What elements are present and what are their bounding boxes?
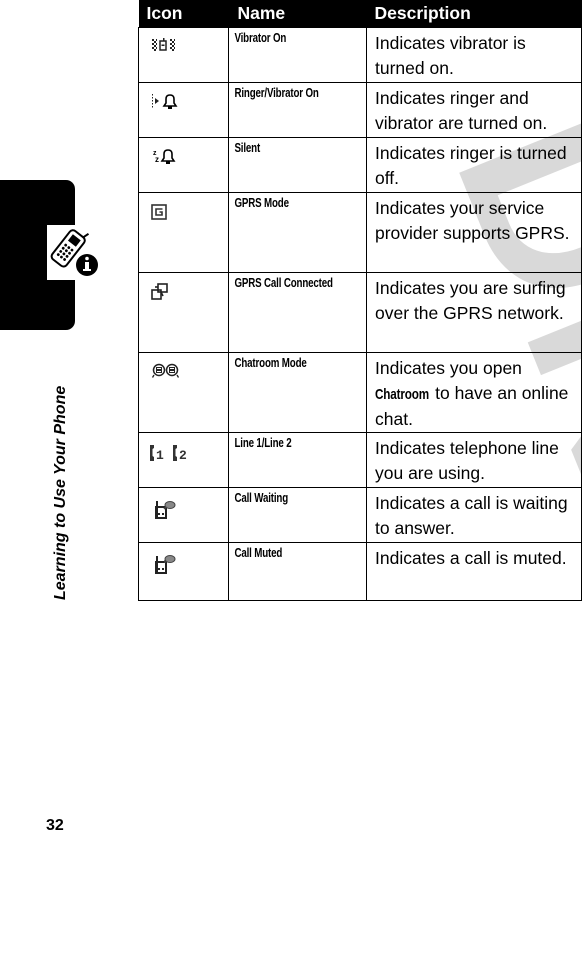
icon-description: Indicates a call is waiting to answer. bbox=[375, 493, 568, 538]
chatroom-menu-name: Chatroom bbox=[375, 386, 430, 403]
icon-name: Line 1/Line 2 bbox=[234, 436, 292, 450]
icon-description: Indicates ringer and vibrator are turned… bbox=[375, 88, 548, 133]
column-header-icon: Icon bbox=[138, 0, 229, 28]
chatroom-mode-icon bbox=[139, 353, 228, 379]
svg-text:2: 2 bbox=[179, 448, 187, 463]
icon-description: Indicates you open Chatroom to have an o… bbox=[367, 353, 581, 432]
icon-name: Call Waiting bbox=[234, 491, 289, 505]
icon-name: GPRS Call Connected bbox=[234, 276, 333, 290]
icon-name: Vibrator On bbox=[234, 31, 287, 45]
icon-description: Indicates a call is muted. bbox=[375, 548, 567, 568]
column-header-description: Description bbox=[366, 0, 582, 28]
table-row: Call Muted Indicates a call is muted. bbox=[138, 542, 582, 601]
section-label: Learning to Use Your Phone bbox=[52, 385, 69, 600]
icon-name: Call Muted bbox=[234, 546, 283, 560]
call-waiting-icon bbox=[139, 488, 228, 520]
icon-name: Ringer/Vibrator On bbox=[234, 86, 319, 100]
vibrator-on-icon bbox=[139, 28, 228, 52]
table-row: z z Silent Indicates ringer is turned of… bbox=[138, 137, 582, 193]
ringer-vibrator-on-icon bbox=[139, 83, 228, 111]
call-muted-icon bbox=[139, 543, 228, 575]
page-number: 32 bbox=[46, 817, 64, 834]
icon-description: Indicates vibrator is turned on. bbox=[375, 33, 526, 78]
svg-text:1: 1 bbox=[156, 448, 164, 463]
line-1-line-2-icon: 1 2 bbox=[139, 433, 228, 463]
table-row: Chatroom Mode Indicates you open Chatroo… bbox=[138, 352, 582, 433]
icon-description: Indicates telephone line you are using. bbox=[375, 438, 559, 483]
table-row: Call Waiting Indicates a call is waiting… bbox=[138, 487, 582, 543]
table-row: GPRS Mode Indicates your service provide… bbox=[138, 192, 582, 273]
icon-name: Chatroom Mode bbox=[234, 356, 307, 370]
icon-description: Indicates you are surfing over the GPRS … bbox=[375, 278, 566, 323]
gprs-mode-icon bbox=[139, 193, 228, 221]
description-prefix: Indicates you open bbox=[375, 358, 522, 378]
gprs-call-connected-icon bbox=[139, 273, 228, 301]
icon-name: GPRS Mode bbox=[234, 196, 289, 210]
svg-text:z: z bbox=[155, 155, 159, 164]
table-row: Ringer/Vibrator On Indicates ringer and … bbox=[138, 82, 582, 138]
column-header-name: Name bbox=[228, 0, 367, 28]
table-row: Vibrator On Indicates vibrator is turned… bbox=[138, 27, 582, 83]
status-icons-table: Icon Name Description Vibrator On Indica… bbox=[138, 0, 582, 601]
icon-description: Indicates ringer is turned off. bbox=[375, 143, 567, 188]
icon-description: Indicates your service provider supports… bbox=[375, 198, 570, 243]
phone-info-icon bbox=[47, 225, 100, 280]
table-row: GPRS Call Connected Indicates you are su… bbox=[138, 272, 582, 353]
table-header-row: Icon Name Description bbox=[138, 0, 582, 28]
icon-name: Silent bbox=[234, 141, 261, 155]
table-row: 1 2 Line 1/Line 2 Indicates telephone li… bbox=[138, 432, 582, 488]
silent-icon: z z bbox=[139, 138, 228, 166]
